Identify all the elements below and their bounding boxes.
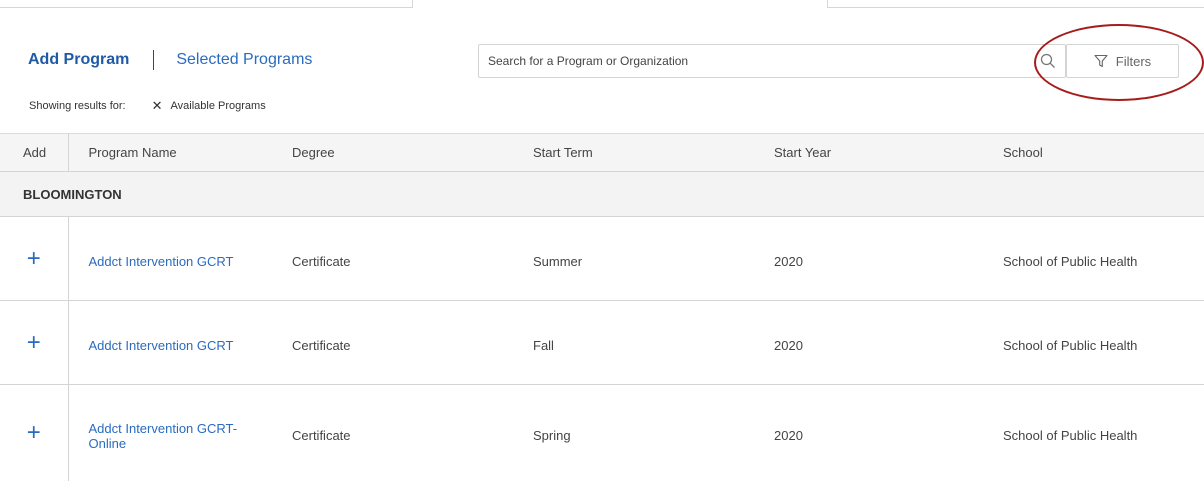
- filter-chip-label: Available Programs: [170, 100, 266, 112]
- header-start-year: Start Year: [774, 145, 832, 160]
- programs-table: Add Program Name Degree Start Term Start…: [0, 133, 1204, 481]
- tab-add-program[interactable]: Add Program: [28, 51, 129, 69]
- school-cell: School of Public Health: [1003, 254, 1138, 269]
- school-cell: School of Public Health: [1003, 428, 1138, 444]
- header-program-name: Program Name: [88, 145, 177, 160]
- header-add: Add: [0, 133, 69, 172]
- degree-cell: Certificate: [292, 428, 351, 444]
- add-program-button[interactable]: +: [27, 246, 41, 271]
- search-box: [478, 44, 1066, 78]
- add-program-button[interactable]: +: [27, 330, 41, 355]
- table-row: + Addct Intervention GCRT Certificate Fa…: [0, 300, 1204, 385]
- tab-selected-programs[interactable]: Selected Programs: [176, 51, 312, 69]
- table-header-row: Add Program Name Degree Start Term Start…: [0, 133, 1204, 172]
- degree-cell: Certificate: [292, 338, 351, 353]
- results-filter-row: Showing results for: ✕ Available Program…: [29, 98, 266, 114]
- start-term-cell: Fall: [533, 338, 554, 353]
- search-input[interactable]: [479, 45, 1036, 77]
- top-tab-right[interactable]: [827, 0, 1204, 8]
- degree-cell: Certificate: [292, 254, 351, 269]
- filter-icon: [1094, 54, 1108, 68]
- header-school: School: [1003, 145, 1043, 160]
- top-tab-left[interactable]: [0, 0, 413, 8]
- filters-label: Filters: [1115, 53, 1152, 69]
- school-cell: School of Public Health: [1003, 338, 1138, 353]
- filters-button[interactable]: Filters: [1066, 44, 1179, 78]
- start-term-cell: Spring: [533, 428, 571, 444]
- start-year-cell: 2020: [774, 254, 803, 269]
- program-name-link[interactable]: Addct Intervention GCRT-Online: [89, 421, 259, 451]
- table-row: + Addct Intervention GCRT-Online Certifi…: [0, 384, 1204, 481]
- group-label: BLOOMINGTON: [23, 186, 122, 202]
- table-row: + Addct Intervention GCRT Certificate Su…: [0, 216, 1204, 301]
- start-term-cell: Summer: [533, 254, 583, 269]
- filter-chip[interactable]: ✕ Available Programs: [152, 98, 266, 114]
- start-year-cell: 2020: [774, 428, 803, 444]
- start-year-cell: 2020: [774, 338, 803, 353]
- search-icon[interactable]: [1036, 49, 1060, 73]
- header-start-term: Start Term: [533, 145, 593, 160]
- remove-icon[interactable]: ✕: [152, 98, 163, 114]
- tab-divider: [153, 50, 155, 70]
- program-name-link[interactable]: Addct Intervention GCRT: [89, 254, 259, 269]
- program-tabs: Add Program Selected Programs: [28, 48, 312, 72]
- results-label: Showing results for:: [29, 100, 126, 112]
- top-tab-strip: [0, 0, 1204, 12]
- add-program-button[interactable]: +: [27, 420, 41, 445]
- group-row: BLOOMINGTON: [0, 171, 1204, 217]
- program-name-link[interactable]: Addct Intervention GCRT: [89, 338, 259, 353]
- header-degree: Degree: [292, 145, 335, 160]
